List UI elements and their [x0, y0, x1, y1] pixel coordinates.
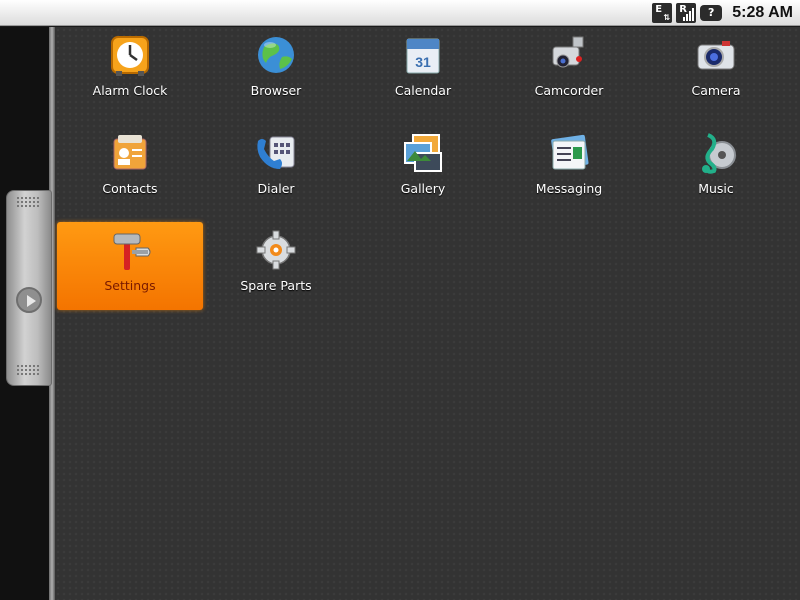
app-drawer: Alarm Clock Browser 31 Calendar Camcorde… [55, 27, 800, 600]
status-bar: E ⇅ R ? 5:28 AM [0, 0, 800, 26]
app-label: Spare Parts [240, 278, 312, 293]
app-camcorder[interactable]: Camcorder [496, 27, 642, 115]
gallery-icon [404, 134, 442, 172]
camcorder-icon [552, 36, 584, 68]
app-label: Browser [250, 83, 302, 98]
settings-icon [113, 233, 151, 270]
app-camera[interactable]: Camera [643, 27, 789, 115]
spare-parts-icon [256, 230, 296, 270]
app-label: Contacts [102, 181, 158, 196]
app-gallery[interactable]: Gallery [350, 125, 496, 213]
app-label: Camcorder [534, 83, 604, 98]
app-browser[interactable]: Browser [203, 27, 349, 115]
phone-icon [257, 136, 295, 169]
battery-status-label: ? [708, 6, 715, 19]
app-alarm-clock[interactable]: Alarm Clock [57, 27, 203, 115]
app-label: Messaging [535, 181, 603, 196]
app-label: Camera [691, 83, 741, 98]
grip-bottom-icon [17, 365, 41, 379]
status-clock: 5:28 AM [732, 3, 793, 21]
app-label: Dialer [257, 181, 295, 196]
battery-unknown-icon: ? [700, 4, 723, 21]
app-label: Alarm Clock [92, 83, 168, 98]
app-spare-parts[interactable]: Spare Parts [203, 222, 349, 310]
app-label: Calendar [394, 83, 452, 98]
app-dialer[interactable]: Dialer [203, 125, 349, 213]
camera-icon [697, 41, 735, 70]
edge-data-icon: E ⇅ [652, 2, 673, 23]
contacts-icon [113, 135, 147, 170]
grip-top-icon [17, 197, 41, 211]
messaging-icon [551, 134, 589, 170]
app-calendar[interactable]: 31 Calendar [350, 27, 496, 115]
globe-icon [258, 37, 294, 73]
drawer-handle[interactable] [6, 190, 52, 386]
svg-text:31: 31 [415, 54, 431, 70]
app-label: Gallery [400, 181, 446, 196]
home-screen: E ⇅ R ? 5:28 AM Alarm Clock Browser 31 C… [0, 0, 800, 600]
app-label: Music [698, 181, 734, 196]
app-music[interactable]: Music [643, 125, 789, 213]
network-type-label: E [655, 3, 663, 15]
play-arrow-icon[interactable] [16, 287, 42, 313]
app-messaging[interactable]: Messaging [496, 125, 642, 213]
alarm-clock-icon [111, 36, 149, 76]
app-settings[interactable]: Settings [57, 222, 203, 310]
calendar-icon: 31 [406, 38, 440, 74]
app-contacts[interactable]: Contacts [57, 125, 203, 213]
signal-strength-icon: R [676, 2, 697, 23]
music-icon [702, 133, 736, 174]
app-label: Settings [104, 278, 156, 293]
